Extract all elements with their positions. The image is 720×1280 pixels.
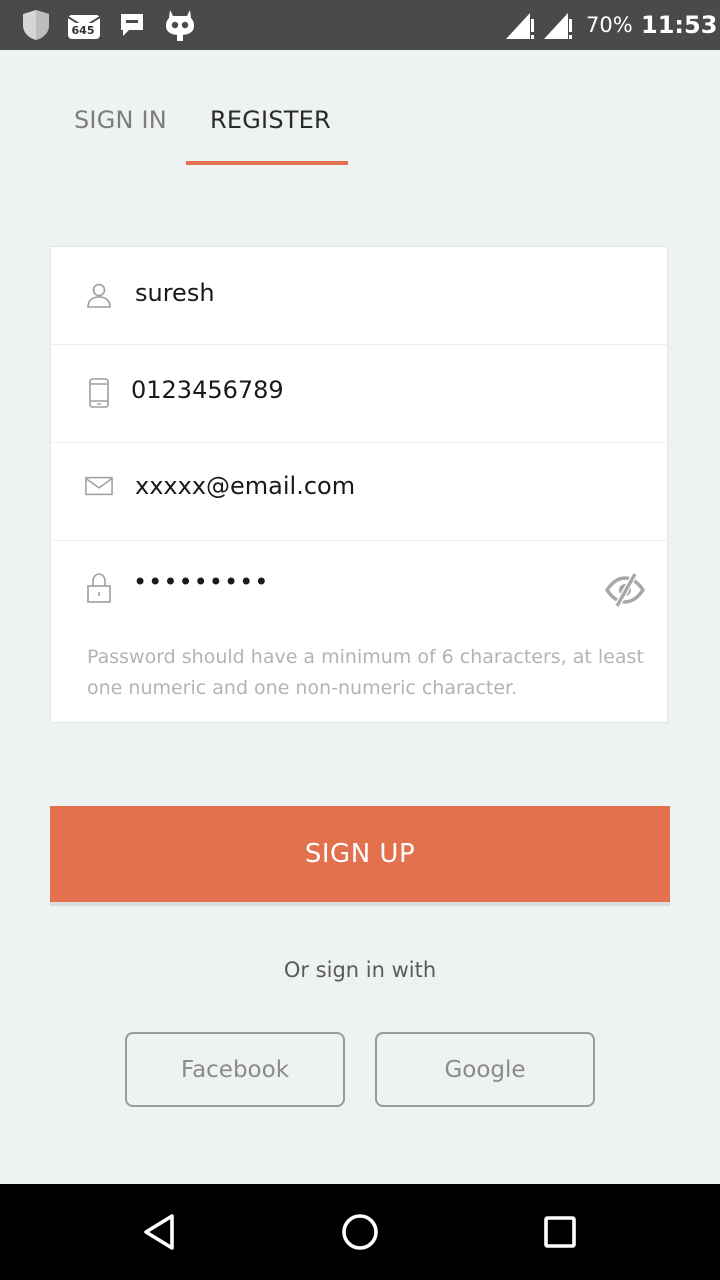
email-input[interactable]: xxxxx@email.com: [135, 470, 355, 502]
phone-input[interactable]: 0123456789: [131, 374, 284, 406]
password-field[interactable]: ••••••••• Password should have a minimum…: [51, 540, 667, 722]
active-tab-indicator: [186, 161, 348, 165]
eye-off-icon[interactable]: [603, 568, 647, 612]
user-icon: [85, 281, 113, 309]
lock-icon: [85, 573, 113, 603]
recents-icon[interactable]: [536, 1208, 584, 1256]
shield-icon: [20, 0, 52, 50]
cyanogen-icon: [164, 0, 196, 50]
name-input[interactable]: suresh: [135, 277, 215, 309]
email-field[interactable]: xxxxx@email.com: [51, 442, 667, 541]
battery-level: 70%: [586, 13, 633, 37]
clock: 11:53: [641, 11, 718, 39]
notification-count: 645: [72, 24, 95, 37]
facebook-button[interactable]: Facebook: [125, 1032, 345, 1107]
message-icon: [118, 0, 146, 50]
google-button[interactable]: Google: [375, 1032, 595, 1107]
status-bar: 645 70% 11:53: [0, 0, 720, 50]
phone-field[interactable]: 0123456789: [51, 344, 667, 443]
tab-register[interactable]: REGISTER: [210, 102, 331, 138]
password-hint: Password should have a minimum of 6 char…: [87, 646, 644, 699]
sign-up-button[interactable]: SIGN UP: [50, 806, 670, 902]
phone-icon: [85, 378, 113, 408]
password-input[interactable]: •••••••••: [133, 566, 269, 598]
auth-tabs: SIGN IN REGISTER: [0, 50, 720, 170]
signal-icon: [542, 0, 574, 50]
back-icon[interactable]: [136, 1208, 184, 1256]
notification-count-icon: 645: [66, 0, 102, 50]
register-form: suresh 0123456789 xxxxx@email.com ••••••…: [50, 246, 668, 723]
home-icon[interactable]: [336, 1208, 384, 1256]
social-prompt: Or sign in with: [283, 958, 437, 982]
navigation-bar: [0, 1184, 720, 1280]
signal-icon: [504, 0, 536, 50]
mail-icon: [85, 472, 113, 500]
tab-sign-in[interactable]: SIGN IN: [74, 102, 167, 138]
name-field[interactable]: suresh: [51, 247, 667, 345]
